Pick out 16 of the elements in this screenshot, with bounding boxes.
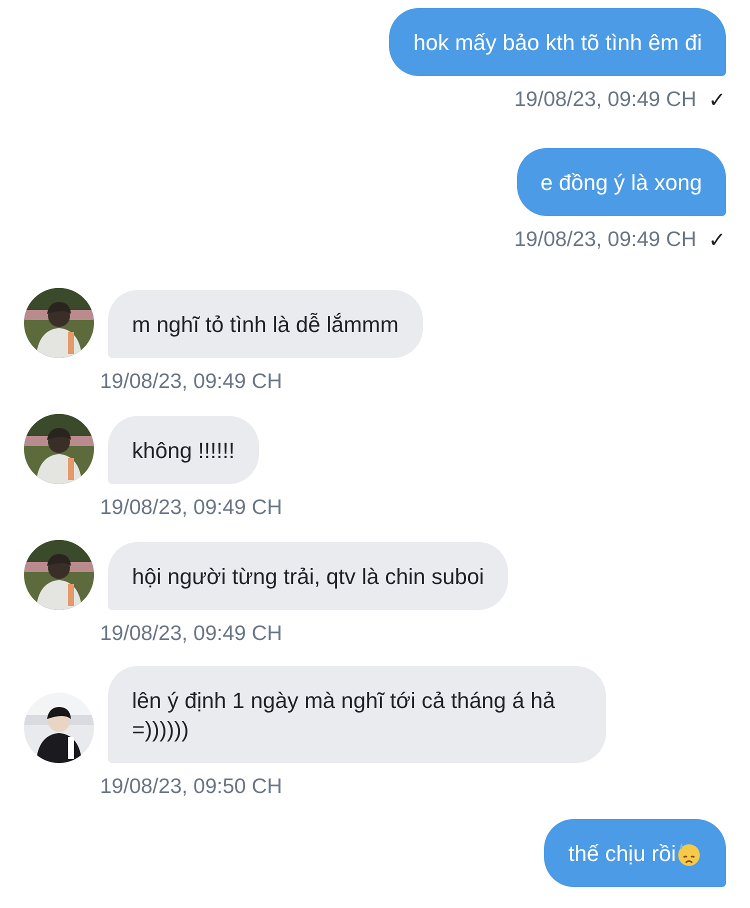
message-text: hội người từng trải, qtv là chin suboi (132, 563, 484, 591)
message-text: m nghĩ tỏ tình là dễ lắmmm (132, 311, 399, 339)
timestamp: 19/08/23, 09:49 CH (100, 370, 282, 394)
message-text: thế chịu rồi (568, 840, 676, 868)
message-text: lên ý định 1 ngày mà nghĩ tới cả tháng á hả =)))))) (132, 687, 556, 744)
message-text: hok mấy bảo kth tõ tình êm đi (413, 29, 702, 57)
sent-check: ✓ (708, 228, 726, 252)
timestamp: 19/08/23, 09:50 CH (100, 775, 282, 799)
timestamp: 19/08/23, 09:49 CH (100, 496, 282, 520)
timestamp: 19/08/23, 09:49 CH (514, 88, 696, 112)
message-text: e đồng ý là xong (540, 169, 702, 197)
sent-check: ✓ (708, 88, 726, 112)
timestamp: 19/08/23, 09:49 CH (514, 228, 696, 252)
sweat-face-icon (676, 840, 702, 866)
message-text: không !!!!!! (132, 437, 235, 465)
timestamp: 19/08/23, 09:49 CH (100, 622, 282, 646)
